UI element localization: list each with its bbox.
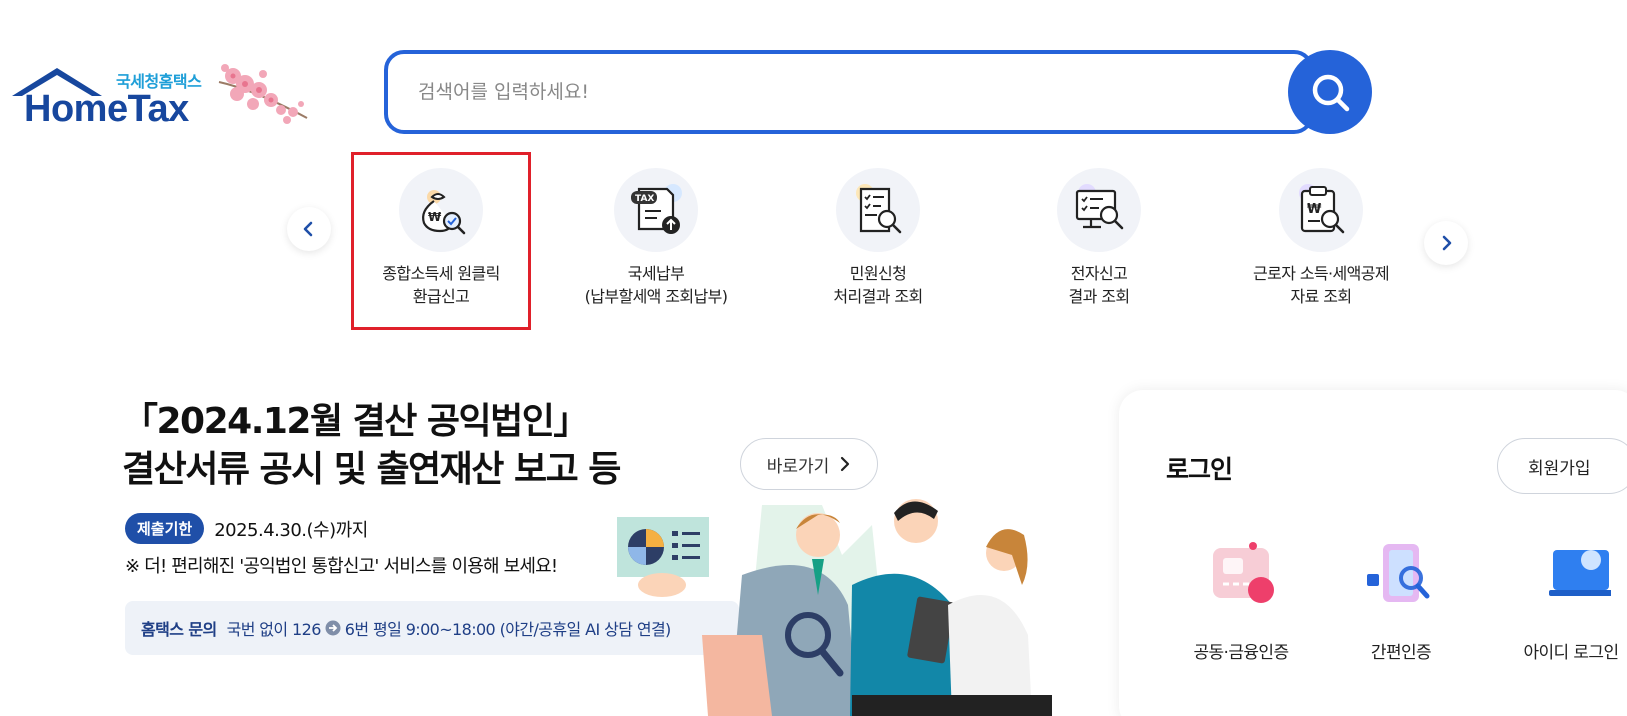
logo-name: HomeTax <box>24 88 189 130</box>
login-option-label: 공동·금융인증 <box>1193 643 1289 663</box>
quick-menu-item-civil-petition[interactable]: 민원신청 처리결과 조회 <box>788 152 968 330</box>
chevron-right-icon <box>841 456 850 472</box>
search-box[interactable] <box>384 50 1314 134</box>
money-bag-search-icon: ₩ <box>422 190 466 235</box>
banner-goto-label: 바로가기 <box>766 456 830 477</box>
login-option-id-login[interactable]: 아이디 로그인 <box>1511 540 1627 663</box>
quick-menu-icon-wrap <box>836 168 920 252</box>
login-panel: 로그인 회원가입 공동·금융인증 간편인증 아이디 로그인 <box>1119 390 1627 716</box>
quick-menu-label: 전자신고 결과 조회 <box>1068 264 1131 306</box>
login-title: 로그인 <box>1166 455 1233 484</box>
quick-menu-icon-wrap: TAX <box>614 168 698 252</box>
quick-menu-icon-wrap: ₩ <box>1279 168 1363 252</box>
tax-document-upload-icon: TAX <box>631 184 682 234</box>
id-login-icon <box>1549 550 1613 596</box>
login-option-label: 간편인증 <box>1370 643 1432 663</box>
banner-deadline-row: 제출기한 2025.4.30.(수)까지 <box>125 513 368 544</box>
arrow-right-circle-icon <box>325 620 341 636</box>
quick-menu-item-e-filing-result[interactable]: 전자신고 결과 조회 <box>1009 152 1189 330</box>
quick-menu-label: 종합소득세 원클릭 환급신고 <box>382 264 500 306</box>
quick-menu-icon-wrap: ₩ <box>399 168 483 252</box>
quick-menu-item-income-tax-refund[interactable]: ₩ 종합소득세 원클릭 환급신고 <box>351 152 531 330</box>
quick-menu-label: 국세납부 (납부할세액 조회납부) <box>584 264 728 306</box>
cherry-blossom-icon <box>218 64 308 124</box>
svg-text:₩: ₩ <box>428 210 442 224</box>
login-option-simple-auth[interactable]: 간편인증 <box>1341 540 1461 663</box>
join-button[interactable]: 회원가입 <box>1497 438 1627 494</box>
quick-menu-item-deduction-data[interactable]: ₩ 근로자 소득·세액공제 자료 조회 <box>1231 152 1411 330</box>
svg-text:TAX: TAX <box>635 194 654 204</box>
certificate-card-icon <box>1213 542 1274 603</box>
contact-label: 홈택스 문의 <box>141 620 217 639</box>
banner-title: 「2024.12월 결산 공익법인」 결산서류 공시 및 출연재산 보고 등 <box>122 401 621 490</box>
deadline-text: 2025.4.30.(수)까지 <box>214 519 368 541</box>
hometax-logo[interactable]: 국세청홈택스 HomeTax <box>10 60 310 130</box>
chevron-right-icon <box>1442 235 1452 251</box>
contact-phone: 국번 없이 126 <box>226 620 322 639</box>
monitor-search-icon <box>1075 184 1124 230</box>
banner-goto-button[interactable]: 바로가기 <box>740 438 878 490</box>
login-option-certificate[interactable]: 공동·금융인증 <box>1181 540 1301 663</box>
quick-menu-prev-button[interactable] <box>287 207 331 251</box>
chevron-left-icon <box>303 221 313 237</box>
deadline-badge: 제출기한 <box>125 513 205 544</box>
quick-menu-item-tax-payment[interactable]: TAX 국세납부 (납부할세액 조회납부) <box>566 152 746 330</box>
svg-text:₩: ₩ <box>1307 202 1322 217</box>
quick-menu-icon-wrap <box>1057 168 1141 252</box>
quick-menu-label: 근로자 소득·세액공제 자료 조회 <box>1252 264 1390 306</box>
clipboard-search-icon: ₩ <box>1299 184 1345 234</box>
login-option-label: 아이디 로그인 <box>1523 643 1619 663</box>
search-input[interactable] <box>418 74 1278 110</box>
search-button[interactable] <box>1288 50 1372 134</box>
phone-search-icon <box>1367 544 1430 602</box>
quick-menu-label: 민원신청 처리결과 조회 <box>833 264 923 306</box>
quick-menu-next-button[interactable] <box>1424 221 1468 265</box>
search-icon <box>1312 74 1350 112</box>
checklist-search-icon <box>856 184 902 234</box>
banner-notice: ※ 더! 편리해진 '공익법인 통합신고' 서비스를 이용해 보세요! <box>125 556 558 577</box>
banner-illustration <box>617 499 1052 716</box>
